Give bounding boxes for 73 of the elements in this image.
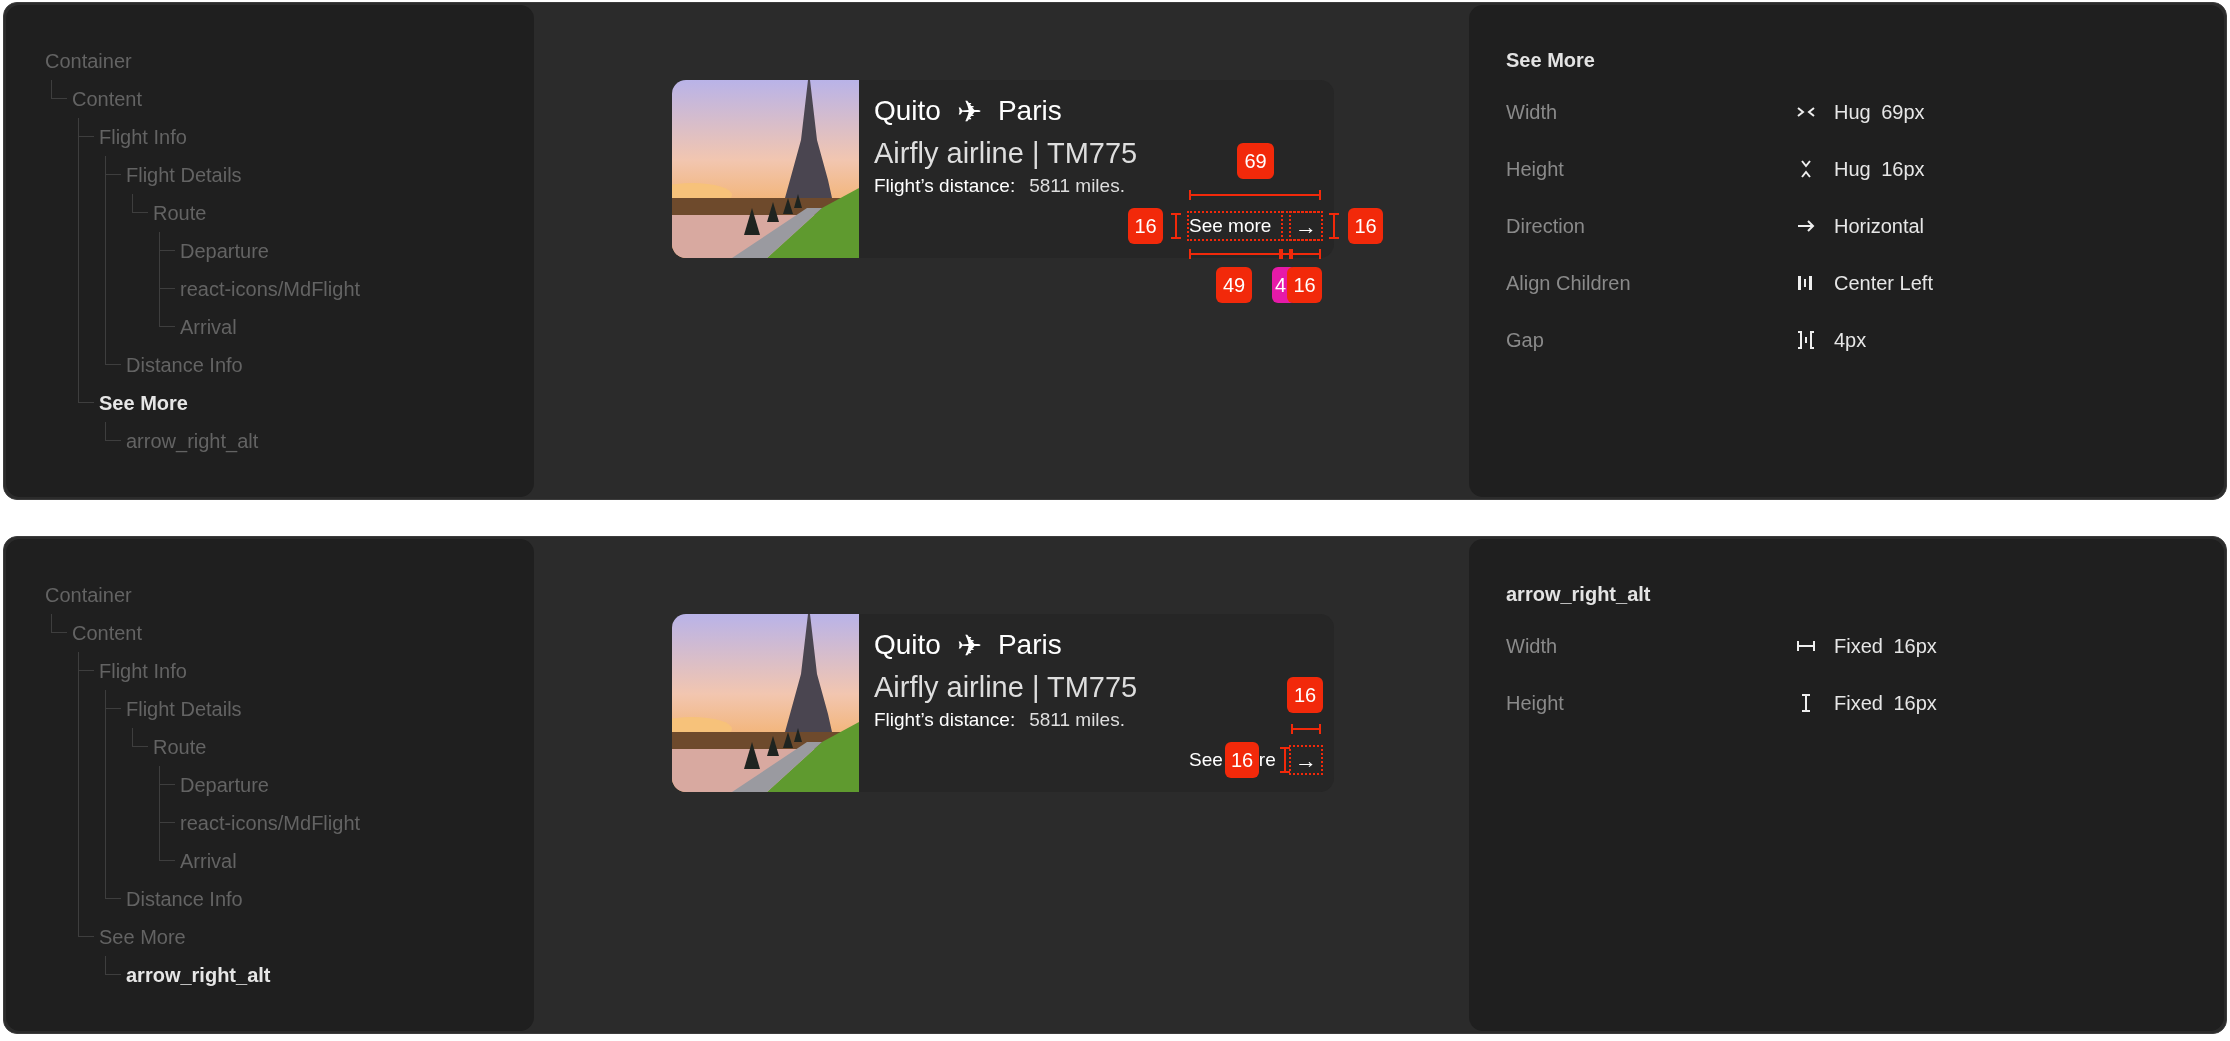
- tree-item[interactable]: See More: [99, 384, 534, 422]
- property-label: Gap: [1506, 327, 1545, 353]
- property-label: Width: [1506, 99, 1559, 125]
- tree-item[interactable]: Distance Info: [126, 880, 534, 918]
- property-label: Height: [1506, 690, 1565, 716]
- distance-value: 5811 miles.: [1029, 173, 1125, 198]
- inspector-title: See More: [1506, 48, 1596, 73]
- tree-line: [51, 614, 67, 633]
- tree-item[interactable]: Flight Details: [126, 156, 534, 194]
- tree-item[interactable]: react-icons/MdFlight: [180, 270, 534, 308]
- property-value: Horizontal: [1834, 213, 1925, 239]
- link-text[interactable]: re: [1258, 745, 1276, 775]
- measure-label: 69: [1237, 143, 1274, 179]
- tree-item[interactable]: Distance Info: [126, 346, 534, 384]
- departure-city: Quito: [874, 628, 941, 662]
- departure-city: Quito: [874, 94, 941, 128]
- property-label: Direction: [1506, 213, 1586, 239]
- arrival-city: Paris: [997, 94, 1062, 128]
- tree-item[interactable]: react-icons/MdFlight: [180, 804, 534, 842]
- property-value: Fixed 16px: [1834, 633, 1937, 659]
- tree-item[interactable]: See More: [99, 918, 534, 956]
- property-value: Fixed 16px: [1834, 690, 1937, 716]
- plane-icon: ✈: [956, 622, 982, 668]
- distance-value: 5811 miles.: [1029, 707, 1125, 732]
- tree-item[interactable]: Content: [72, 614, 534, 652]
- arrow-right-icon: →: [1291, 747, 1321, 773]
- tree-item[interactable]: Route: [153, 194, 534, 232]
- measure-line: [1329, 213, 1339, 239]
- tree-item[interactable]: arrow_right_alt: [126, 956, 534, 994]
- tree-item[interactable]: Content: [72, 80, 534, 118]
- arrival-city: Paris: [997, 628, 1062, 662]
- tree-item[interactable]: Route: [153, 728, 534, 766]
- tree-item[interactable]: Arrival: [180, 842, 534, 880]
- measure-line: [1280, 747, 1290, 773]
- tree-item[interactable]: Arrival: [180, 308, 534, 346]
- measure-label: 16: [1287, 267, 1322, 303]
- tree-item[interactable]: Flight Info: [99, 652, 534, 690]
- plane-icon: ✈: [956, 88, 982, 134]
- property-label: Width: [1506, 633, 1559, 659]
- tree-item[interactable]: arrow_right_alt: [126, 422, 534, 460]
- measure-label: 49: [1216, 267, 1252, 303]
- link-text[interactable]: See more: [1189, 211, 1272, 241]
- tree-line: [105, 422, 121, 441]
- gap-icon: [1796, 329, 1816, 350]
- tree-line: [132, 194, 148, 213]
- measure-label: 16: [1287, 677, 1323, 713]
- property-value: Center Left: [1834, 270, 1933, 296]
- airline-text: Airfly airline | TM775: [874, 670, 1138, 705]
- measure-label: 16: [1225, 742, 1259, 778]
- tree-item[interactable]: Departure: [180, 766, 534, 804]
- property-value: Hug 16px: [1834, 156, 1925, 182]
- airline-text: Airfly airline | TM775: [874, 136, 1138, 171]
- tree-line: [105, 956, 121, 975]
- distance-label: Flight’s distance:: [874, 707, 1016, 732]
- tree-item[interactable]: Container: [45, 576, 534, 614]
- measure-label: 16: [1128, 208, 1163, 244]
- tree-item[interactable]: Departure: [180, 232, 534, 270]
- measure-line: [1291, 724, 1321, 734]
- property-label: Height: [1506, 156, 1565, 182]
- tree-item[interactable]: Flight Details: [126, 690, 534, 728]
- inspector-title: arrow_right_alt: [1506, 582, 1652, 607]
- arrow-right-icon: →: [1291, 213, 1321, 239]
- tree-line: [51, 80, 67, 99]
- link-text[interactable]: See: [1189, 745, 1223, 775]
- distance-label: Flight’s distance:: [874, 173, 1016, 198]
- tree-line: [132, 728, 148, 747]
- measure-label: 16: [1348, 208, 1383, 244]
- tree-item[interactable]: Container: [45, 42, 534, 80]
- property-label: Align Children: [1506, 270, 1632, 296]
- tree-item[interactable]: Flight Info: [99, 118, 534, 156]
- property-value: Hug 69px: [1834, 99, 1925, 125]
- measure-line: [1171, 213, 1181, 239]
- property-value: 4px: [1834, 327, 1867, 353]
